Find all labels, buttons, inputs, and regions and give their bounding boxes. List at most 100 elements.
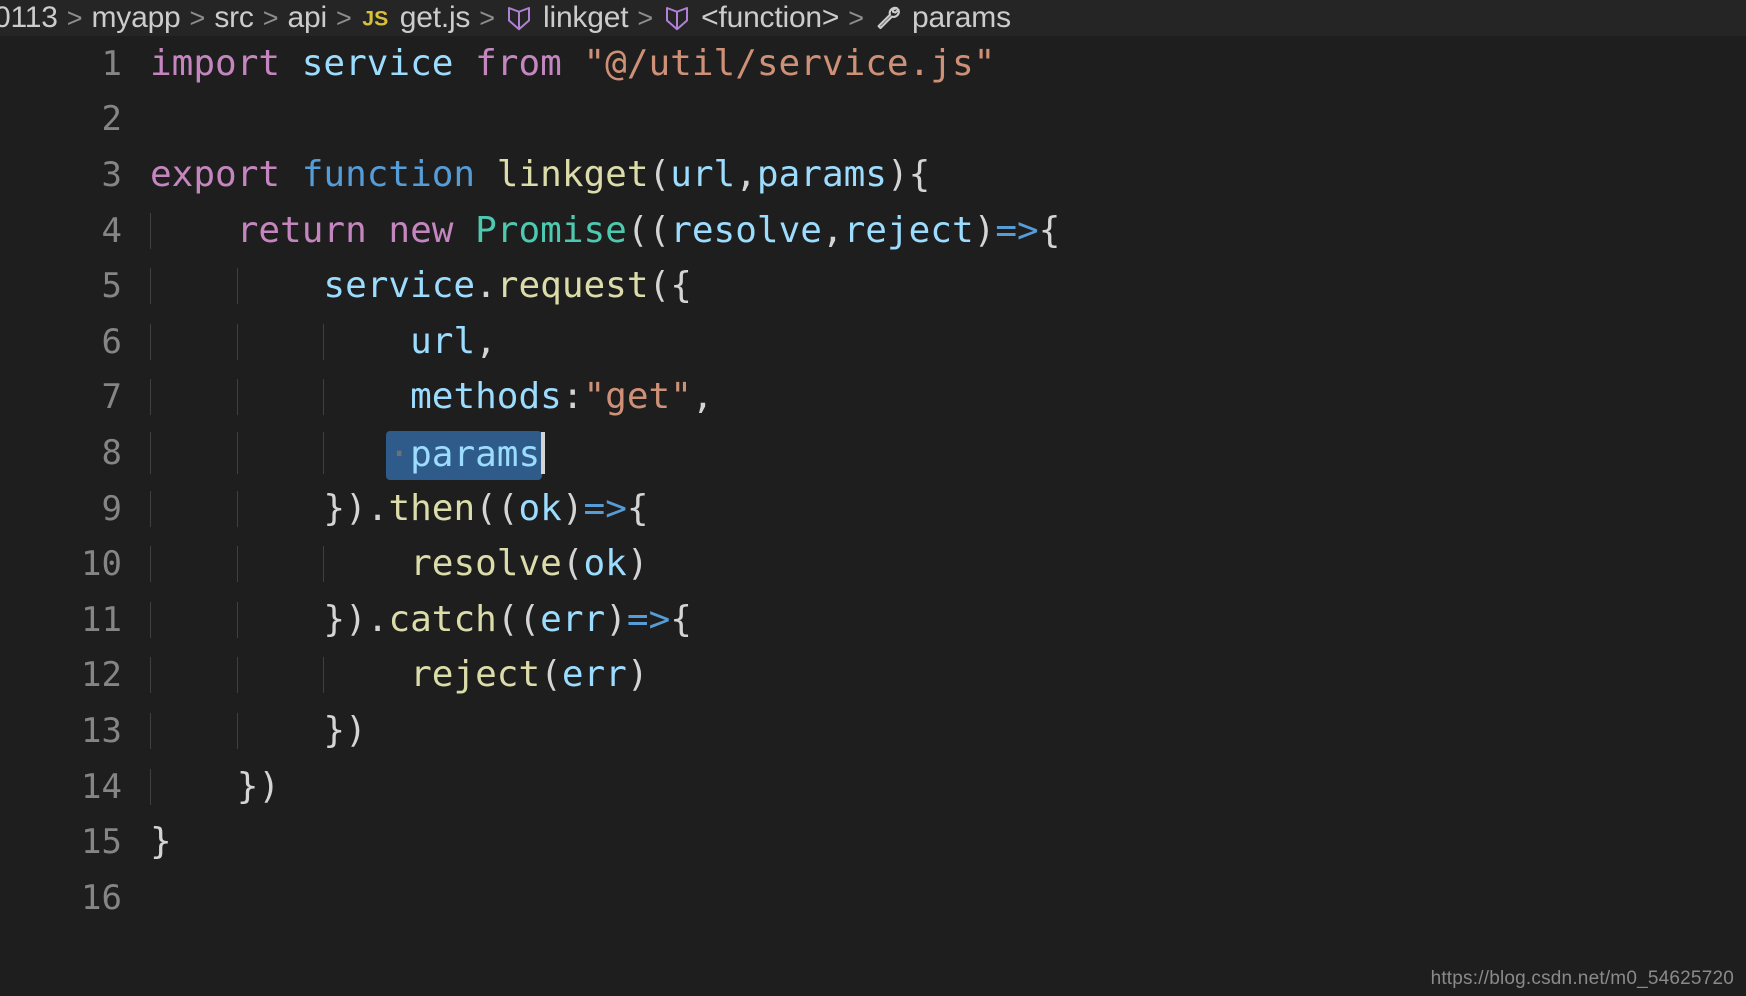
code-token: return — [236, 209, 389, 251]
code-token: then — [388, 487, 476, 529]
line-number: 13 — [81, 710, 122, 751]
code-token: => — [995, 209, 1039, 251]
breadcrumb-separator: > — [335, 2, 352, 33]
line-number: 9 — [101, 488, 122, 529]
code-line[interactable]: 6 url, — [0, 314, 1746, 370]
code-line-content[interactable]: export function linkget(url,params){ — [122, 153, 1746, 195]
code-line-content[interactable]: methods:"get", — [122, 376, 1746, 418]
code-line[interactable]: 15} — [0, 814, 1746, 870]
breadcrumb-item-label: get.js — [399, 1, 471, 34]
breadcrumb-separator: > — [189, 2, 206, 33]
code-token: from — [475, 42, 584, 84]
code-line[interactable]: 8 ·params — [0, 425, 1746, 481]
code-token: ) — [626, 654, 649, 696]
breadcrumb-separator: > — [262, 2, 279, 33]
code-token: . — [366, 487, 389, 529]
code-lines-container: 1 import service from "@/util/service.js"… — [0, 36, 1746, 926]
code-token: import — [150, 42, 302, 84]
line-number: 5 — [101, 266, 122, 307]
code-token: new — [388, 209, 476, 251]
code-line[interactable]: 4 return new Promise((resolve,reject)=>{ — [0, 203, 1746, 259]
code-line[interactable]: 1 import service from "@/util/service.js" — [0, 36, 1746, 92]
code-line[interactable]: 7 methods:"get", — [0, 370, 1746, 426]
code-token: { — [626, 487, 649, 529]
breadcrumb-item-label: myapp — [91, 1, 181, 34]
breadcrumb-item-myapp[interactable]: myapp — [92, 3, 181, 33]
code-line[interactable]: 11 }).catch((err)=>{ — [0, 592, 1746, 648]
code-line[interactable]: 9 }).then((ok)=>{ — [0, 481, 1746, 537]
code-token: }) — [236, 765, 281, 807]
code-line[interactable]: 16 — [0, 870, 1746, 926]
symbol-property-icon — [873, 3, 903, 33]
line-number: 14 — [81, 766, 122, 807]
line-number: 10 — [81, 544, 122, 585]
breadcrumb-item-get-js[interactable]: JS get.js — [361, 1, 471, 34]
code-line-content[interactable]: }).catch((err)=>{ — [122, 598, 1746, 640]
symbol-module-icon — [504, 3, 534, 33]
code-token: }) — [323, 709, 367, 751]
vscode-window: 0113 > myapp > src > api > JS get.js > linkget > <fun… — [0, 0, 1746, 996]
code-token: . — [475, 265, 497, 307]
breadcrumb-item-api[interactable]: api — [288, 3, 328, 33]
line-number: 4 — [101, 210, 122, 251]
line-number: 8 — [101, 432, 122, 473]
code-line-content[interactable]: ·params — [122, 430, 1746, 480]
code-line-content[interactable]: import service from "@/util/service.js" — [122, 42, 1746, 84]
code-token: }) — [323, 487, 367, 529]
selected-text[interactable]: ·params — [386, 430, 543, 480]
code-line[interactable]: 14 }) — [0, 759, 1746, 815]
selection-token: params — [410, 433, 541, 475]
code-line-content[interactable]: }) — [122, 765, 1746, 807]
code-token: , — [735, 153, 757, 195]
breadcrumb-item-src[interactable]: src — [214, 1, 254, 34]
breadcrumb[interactable]: 0113 > myapp > src > api > JS get.js > linkget > <fun… — [0, 0, 1746, 36]
breadcrumb-item-label: params — [912, 1, 1011, 34]
code-token: ) — [561, 487, 584, 529]
code-token: function — [301, 153, 497, 195]
code-editor[interactable]: 1 import service from "@/util/service.js"… — [0, 36, 1746, 996]
code-token: => — [583, 487, 627, 529]
code-token: ) — [973, 209, 996, 251]
line-number: 11 — [81, 599, 122, 640]
code-token: reject — [843, 209, 974, 251]
code-token: err — [540, 598, 606, 640]
breadcrumb-item-label: src — [214, 1, 254, 34]
code-token: . — [366, 598, 389, 640]
symbol-module-icon — [662, 3, 692, 33]
code-line[interactable]: 3 export function linkget(url,params){ — [0, 147, 1746, 203]
code-token: ( — [648, 153, 671, 195]
code-token: { — [670, 598, 692, 640]
code-line-content[interactable]: resolve(ok) — [122, 543, 1746, 585]
code-line[interactable]: 5 service.request({ — [0, 258, 1746, 314]
indent-guides — [122, 768, 1746, 805]
code-line-content[interactable]: service.request({ — [122, 265, 1746, 307]
code-line-content[interactable]: }) — [122, 709, 1746, 751]
breadcrumb-separator: > — [479, 2, 496, 33]
code-line[interactable]: 10 resolve(ok) — [0, 536, 1746, 592]
breadcrumb-item-function[interactable]: <function> — [662, 3, 839, 33]
code-token: ) — [605, 598, 627, 640]
code-line[interactable]: 12 reject(err) — [0, 648, 1746, 704]
breadcrumb-item-0113[interactable]: 0113 — [0, 3, 58, 33]
code-token: ){ — [886, 153, 931, 195]
code-line[interactable]: 2 — [0, 92, 1746, 148]
breadcrumb-item-params[interactable]: params — [873, 3, 1011, 33]
code-line-content[interactable]: } — [122, 824, 1746, 860]
code-line-content[interactable]: reject(err) — [122, 654, 1746, 696]
breadcrumb-item-linkget[interactable]: linkget — [504, 3, 629, 33]
code-token: methods — [410, 376, 562, 418]
code-line-content[interactable]: return new Promise((resolve,reject)=>{ — [122, 209, 1746, 251]
code-line[interactable]: 13 }) — [0, 703, 1746, 759]
breadcrumb-separator: > — [848, 2, 865, 33]
line-number: 7 — [101, 377, 122, 418]
code-token: Promise — [475, 209, 627, 251]
code-token: ok — [583, 543, 627, 585]
code-line-content[interactable]: url, — [122, 323, 1746, 360]
code-token: request — [496, 265, 649, 307]
line-number: 1 — [101, 43, 122, 84]
line-number: 2 — [101, 99, 122, 140]
code-line-content[interactable]: }).then((ok)=>{ — [122, 487, 1746, 529]
